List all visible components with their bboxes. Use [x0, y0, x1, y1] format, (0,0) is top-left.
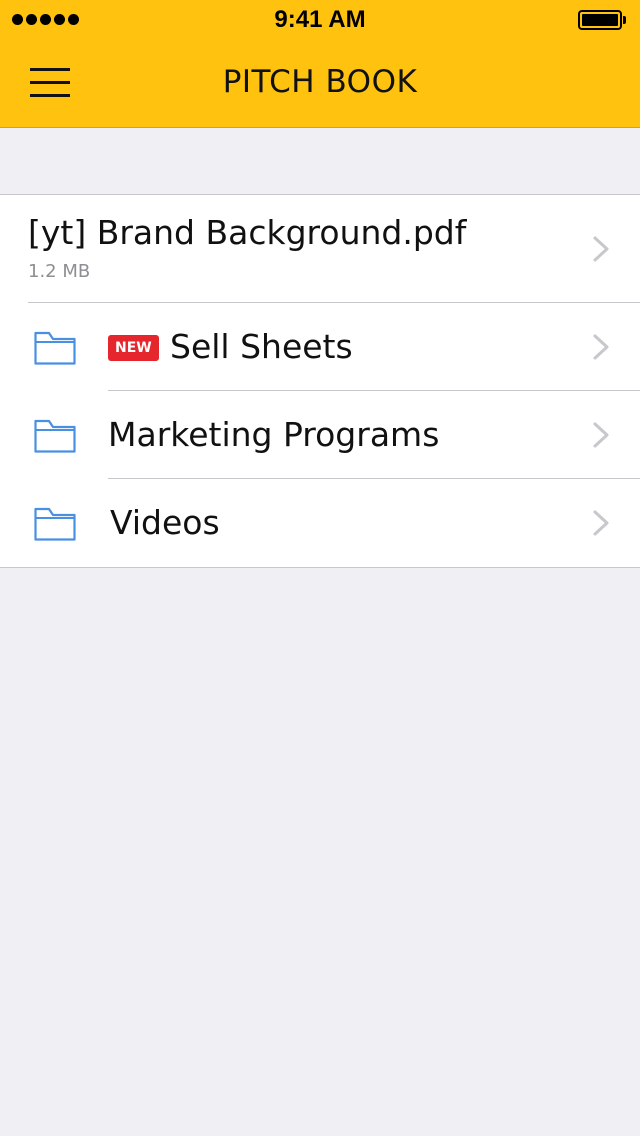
status-time: 9:41 AM: [274, 6, 366, 33]
chevron-right-icon: [593, 510, 609, 536]
chevron-right-icon: [593, 236, 609, 262]
pitch-book-list: [yt] Brand Background.pdf 1.2 MB NEW Sel…: [0, 194, 640, 568]
chevron-right-icon: [593, 334, 609, 360]
list-item-folder-marketing-programs[interactable]: Marketing Programs: [0, 391, 640, 479]
folder-icon: [34, 419, 76, 453]
list-item-folder-sell-sheets[interactable]: NEW Sell Sheets: [0, 303, 640, 391]
folder-label: Marketing Programs: [108, 415, 440, 454]
file-size: 1.2 MB: [28, 261, 91, 282]
chevron-right-icon: [593, 422, 609, 448]
list-item-folder-videos[interactable]: Videos: [0, 479, 640, 567]
page-title: PITCH BOOK: [222, 64, 418, 100]
folder-label: Sell Sheets: [170, 327, 353, 366]
battery-icon: [578, 10, 626, 30]
file-name: [yt] Brand Background.pdf: [28, 213, 467, 252]
list-item-file[interactable]: [yt] Brand Background.pdf 1.2 MB: [0, 195, 640, 303]
folder-label: Videos: [110, 503, 220, 542]
folder-icon: [34, 507, 76, 541]
status-bar: 9:41 AM: [0, 0, 640, 40]
new-badge: NEW: [108, 335, 159, 361]
folder-icon: [34, 331, 76, 365]
navigation-header: 9:41 AM PITCH BOOK: [0, 0, 640, 128]
